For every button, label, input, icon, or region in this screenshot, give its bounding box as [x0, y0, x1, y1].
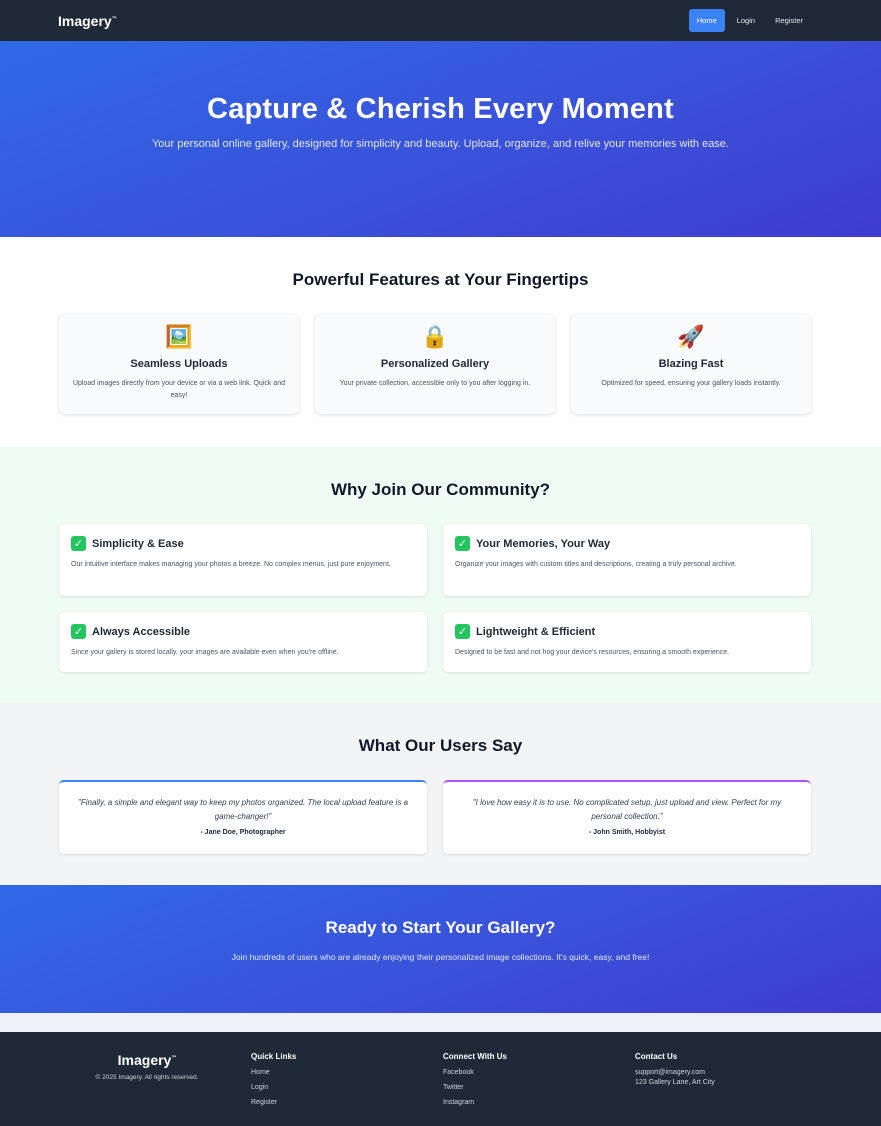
feature-title: Blazing Fast	[658, 358, 724, 370]
check-icon: ✓	[71, 624, 86, 639]
cta-title: Ready to Start Your Gallery?	[325, 918, 556, 937]
why-card-memories: ✓ Your Memories, Your Way Organize your …	[443, 524, 811, 596]
nav-login-link[interactable]: Login	[729, 9, 763, 32]
why-card-simplicity: ✓ Simplicity & Ease Our intuitive interf…	[59, 524, 427, 596]
footer-brand: Imagery™ © 2025 Imagery. All rights rese…	[0, 1052, 251, 1126]
hero-section: Capture & Cherish Every Moment Your pers…	[0, 41, 881, 237]
brand-logo[interactable]: Imagery™	[58, 13, 117, 29]
cta-section: Ready to Start Your Gallery? Join hundre…	[0, 885, 881, 1013]
why-card-description: Designed to be fast and not hog your dev…	[455, 649, 730, 656]
why-card-description: Organize your images with custom titles …	[455, 561, 737, 568]
why-join-grid: ✓ Simplicity & Ease Our intuitive interf…	[0, 524, 881, 672]
why-join-section: Why Join Our Community? ✓ Simplicity & E…	[0, 447, 881, 703]
nav-home-link[interactable]: Home	[688, 9, 725, 32]
footer-brand-name: Imagery	[117, 1052, 172, 1068]
footer-contact-address: 123 Gallery Lane, Art City	[635, 1079, 715, 1086]
nav-links: Home Login Register	[688, 9, 811, 32]
testimonial-card: "Finally, a simple and elegant way to ke…	[59, 780, 427, 854]
footer-home-link[interactable]: Home	[251, 1069, 443, 1076]
testimonials-section: What Our Users Say "Finally, a simple an…	[0, 703, 881, 885]
framed-picture-icon: 🖼️	[165, 324, 193, 349]
footer-connect: Connect With Us Facebook Twitter Instagr…	[443, 1052, 635, 1126]
feature-card-gallery: 🔒 Personalized Gallery Your private coll…	[315, 314, 555, 414]
footer-twitter-link[interactable]: Twitter	[443, 1084, 635, 1091]
brand-trademark: ™	[111, 15, 117, 22]
testimonials-title: What Our Users Say	[358, 736, 523, 755]
footer-contact-title: Contact Us	[635, 1052, 678, 1061]
footer-facebook-link[interactable]: Facebook	[443, 1069, 635, 1076]
check-icon: ✓	[455, 624, 470, 639]
feature-description: Upload images directly from your device …	[72, 380, 286, 399]
footer-register-link[interactable]: Register	[251, 1099, 443, 1106]
section-divider	[0, 1013, 881, 1032]
hero-subtitle: Your personal online gallery, designed f…	[151, 138, 729, 150]
feature-title: Personalized Gallery	[380, 358, 490, 370]
footer-connect-title: Connect With Us	[443, 1052, 507, 1061]
check-icon: ✓	[71, 536, 86, 551]
why-card-title: Lightweight & Efficient	[476, 625, 596, 638]
features-title: Powerful Features at Your Fingertips	[292, 270, 589, 289]
testimonial-author: - Jane Doe, Photographer	[200, 829, 286, 836]
testimonials-grid: "Finally, a simple and elegant way to ke…	[0, 780, 881, 854]
footer-quick-links: Quick Links Home Login Register	[251, 1052, 443, 1126]
feature-card-fast: 🚀 Blazing Fast Optimized for speed, ensu…	[571, 314, 811, 414]
why-card-title: Your Memories, Your Way	[476, 537, 611, 550]
navbar: Imagery™ Home Login Register	[0, 0, 881, 41]
footer-instagram-link[interactable]: Instagram	[443, 1099, 635, 1106]
hero-title: Capture & Cherish Every Moment	[207, 93, 674, 125]
feature-card-uploads: 🖼️ Seamless Uploads Upload images direct…	[59, 314, 299, 414]
feature-description: Your private collection, accessible only…	[339, 380, 531, 387]
footer-contact: Contact Us support@imagery.com 123 Galle…	[635, 1052, 827, 1126]
testimonial-quote: "I love how easy it is to use. No compli…	[472, 798, 782, 821]
cta-subtitle: Join hundreds of users who are already e…	[231, 952, 650, 962]
brand-name: Imagery	[58, 12, 112, 29]
check-icon: ✓	[455, 536, 470, 551]
why-card-title: Simplicity & Ease	[92, 537, 184, 550]
testimonial-quote: "Finally, a simple and elegant way to ke…	[78, 798, 408, 821]
feature-title: Seamless Uploads	[130, 358, 228, 370]
feature-description: Optimized for speed, ensuring your galle…	[601, 380, 781, 387]
testimonial-card: "I love how easy it is to use. No compli…	[443, 780, 811, 854]
features-list: 🖼️ Seamless Uploads Upload images direct…	[0, 314, 881, 414]
why-card-title: Always Accessible	[92, 625, 191, 638]
testimonial-author: - John Smith, Hobbyist	[588, 829, 666, 836]
footer-copyright: © 2025 Imagery. All rights reserved.	[95, 1074, 199, 1081]
features-section: Powerful Features at Your Fingertips 🖼️ …	[0, 237, 881, 447]
footer-trademark: ™	[171, 1055, 177, 1061]
nav-register-link[interactable]: Register	[767, 9, 811, 32]
why-card-description: Since your gallery is stored locally, yo…	[71, 649, 339, 656]
lock-icon: 🔒	[421, 324, 449, 349]
why-join-title: Why Join Our Community?	[330, 480, 551, 499]
why-card-lightweight: ✓ Lightweight & Efficient Designed to be…	[443, 612, 811, 672]
rocket-icon: 🚀	[677, 324, 705, 349]
footer-quick-links-title: Quick Links	[251, 1052, 297, 1061]
why-card-description: Our intuitive interface makes managing y…	[71, 561, 391, 568]
footer: Imagery™ © 2025 Imagery. All rights rese…	[0, 1032, 881, 1126]
footer-login-link[interactable]: Login	[251, 1084, 443, 1091]
footer-logo: Imagery™	[43, 1052, 251, 1068]
footer-contact-email[interactable]: support@imagery.com	[635, 1069, 827, 1076]
why-card-accessible: ✓ Always Accessible Since your gallery i…	[59, 612, 427, 672]
